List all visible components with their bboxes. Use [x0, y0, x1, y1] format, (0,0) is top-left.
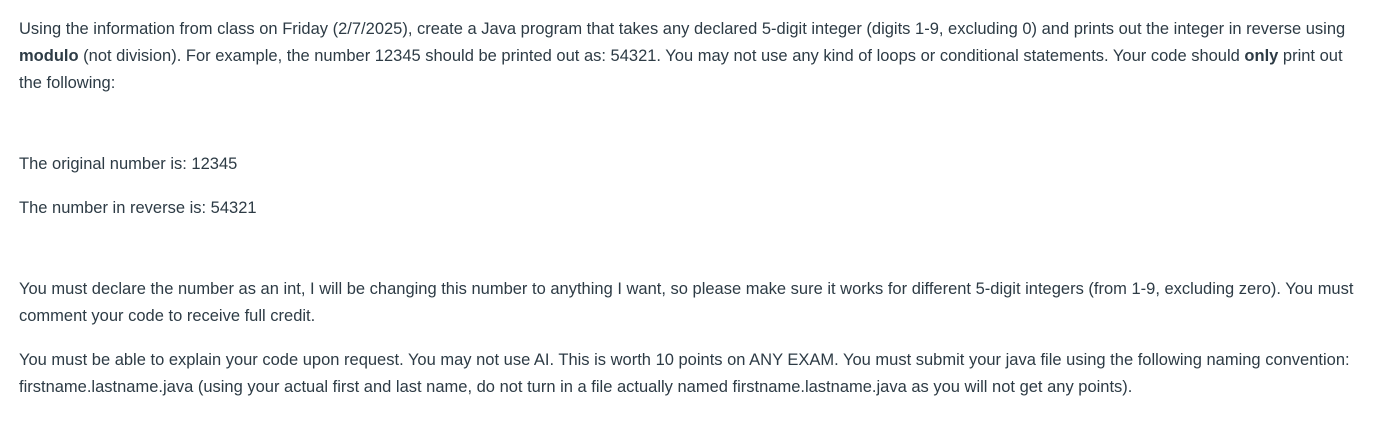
submission-requirements-paragraph: You must be able to explain your code up… [19, 351, 1350, 396]
instructions-paragraph: Using the information from class on Frid… [19, 16, 1359, 97]
assignment-description: Using the information from class on Frid… [19, 16, 1359, 401]
sample-output-original: The original number is: 12345 [19, 155, 238, 173]
modulo-emphasis: modulo [19, 47, 79, 65]
declaration-requirements-paragraph: You must declare the number as an int, I… [19, 280, 1354, 325]
instructions-text-1: Using the information from class on Frid… [19, 20, 1346, 38]
sample-output-reverse: The number in reverse is: 54321 [19, 199, 257, 217]
only-emphasis: only [1244, 47, 1279, 65]
instructions-text-2: (not division). For example, the number … [78, 47, 1245, 65]
